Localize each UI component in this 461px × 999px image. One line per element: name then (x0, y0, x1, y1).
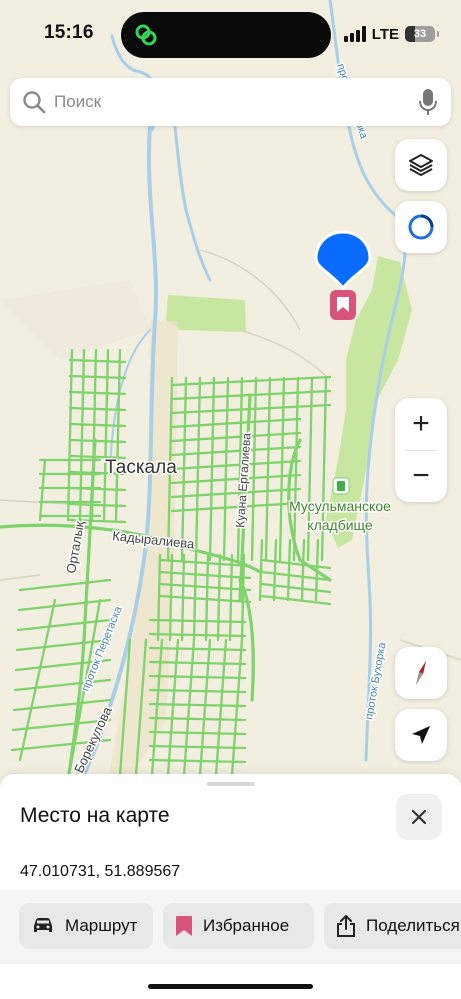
compass-button[interactable] (395, 647, 447, 699)
search-icon (23, 91, 46, 114)
status-time: 15:16 (44, 22, 94, 43)
search-input[interactable] (54, 78, 394, 126)
zoom-in-icon: + (412, 407, 430, 440)
route-label: Маршрут (65, 916, 138, 935)
close-icon (411, 809, 427, 825)
cemetery-label-2: кладбище (307, 517, 373, 533)
share-button[interactable]: Поделиться (324, 903, 461, 949)
navigation-arrow-icon (412, 726, 430, 744)
network-type: LTE (371, 25, 399, 43)
favorites-button[interactable]: Избранное (163, 903, 314, 949)
location-ring-icon (408, 214, 434, 240)
place-sheet[interactable]: Место на карте 47.010731, 51.889567 Марш… (0, 774, 461, 999)
share-label: Поделиться (366, 916, 460, 935)
zoom-out-icon: − (412, 459, 430, 492)
park-patch (166, 295, 246, 332)
favorites-label: Избранное (203, 916, 290, 935)
zoom-in-button[interactable]: + (395, 398, 447, 450)
home-indicator[interactable] (148, 984, 313, 989)
close-button[interactable] (396, 794, 442, 840)
layers-button[interactable] (395, 139, 447, 191)
battery-icon: 33 (405, 26, 435, 42)
navigate-button[interactable] (395, 709, 447, 761)
car-icon (34, 918, 52, 932)
zoom-out-button[interactable]: − (395, 450, 447, 502)
zoom-control: + − (395, 398, 447, 502)
route-button[interactable]: Маршрут (19, 903, 153, 949)
bookmark-icon (176, 916, 192, 936)
link-app-icon (135, 24, 157, 46)
microphone-icon[interactable] (419, 89, 437, 115)
status-bar: 15:16 LTE 33 (0, 0, 461, 64)
town-label: Таскала (105, 457, 177, 478)
signal-icon (343, 26, 366, 42)
battery-percent: 33 (413, 28, 427, 40)
layers-icon (409, 154, 433, 176)
dynamic-island (121, 12, 331, 58)
my-location-button[interactable] (395, 201, 447, 253)
sheet-title: Место на карте (20, 804, 170, 827)
search-bar[interactable] (10, 78, 451, 126)
coordinates-text[interactable]: 47.010731, 51.889567 (20, 863, 180, 881)
sheet-grabber[interactable] (207, 782, 255, 786)
action-row: Маршрут Избранное Поделиться (0, 890, 461, 964)
cemetery-label-1: Мусульманское (289, 498, 391, 514)
share-icon (337, 915, 355, 937)
compass-icon (416, 661, 426, 685)
